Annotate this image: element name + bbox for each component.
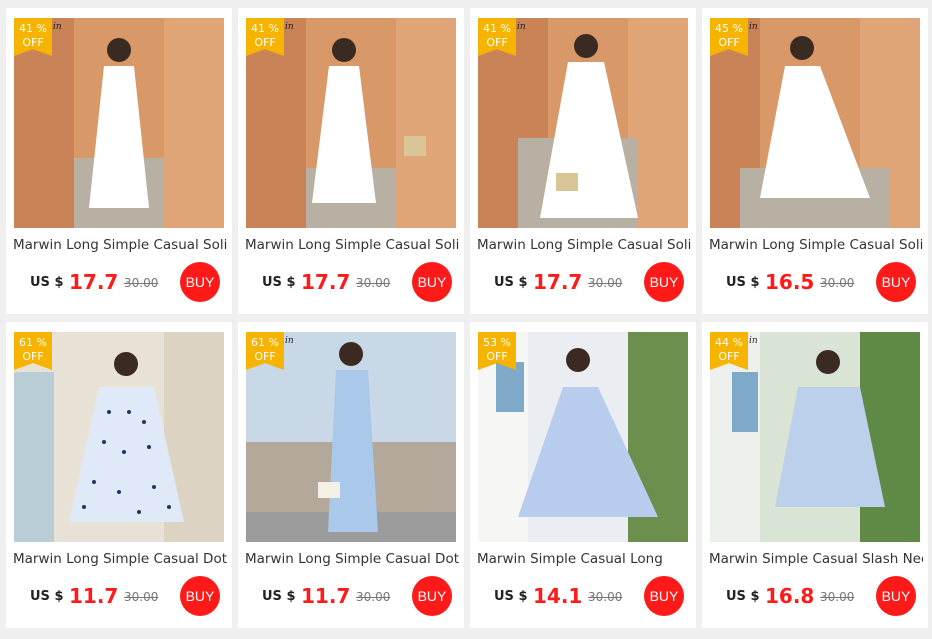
- product-image[interactable]: 41 % OFF in: [478, 18, 688, 228]
- currency-label: US $: [30, 589, 64, 604]
- original-price: 30.00: [124, 276, 159, 290]
- buy-button[interactable]: BUY: [644, 576, 684, 616]
- product-title[interactable]: Marwin Long Simple Casual Solid: [709, 237, 923, 253]
- sale-price: 17.7: [533, 270, 583, 294]
- discount-percent: 44 %: [715, 336, 743, 349]
- currency-label: US $: [494, 589, 528, 604]
- sale-price: 16.8: [765, 584, 815, 608]
- product-image[interactable]: 53 % OFF: [478, 332, 688, 542]
- brand-watermark: in: [517, 22, 526, 32]
- product-image[interactable]: 41 % OFF in: [14, 18, 224, 228]
- buy-button[interactable]: BUY: [180, 262, 220, 302]
- original-price: 30.00: [588, 276, 623, 290]
- original-price: 30.00: [356, 590, 391, 604]
- sale-price: 14.1: [533, 584, 583, 608]
- discount-percent: 41 %: [19, 22, 47, 35]
- product-image[interactable]: 45 % OFF in: [710, 18, 920, 228]
- product-card[interactable]: 45 % OFF in Marwin Long Simple Casual So…: [702, 8, 928, 314]
- currency-label: US $: [30, 275, 64, 290]
- product-title[interactable]: Marwin Long Simple Casual Dot: [245, 551, 459, 567]
- product-title[interactable]: Marwin Long Simple Casual Solid: [245, 237, 459, 253]
- product-card[interactable]: 41 % OFF in Marwin Long Simple Casual So…: [6, 8, 232, 314]
- discount-percent: 61 %: [251, 336, 279, 349]
- product-card[interactable]: 61 % OFF in Marwin Long Simple Casual Do…: [238, 322, 464, 628]
- price-row: US $ 11.7 30.00 BUY: [6, 574, 232, 618]
- price-row: US $ 17.7 30.00 BUY: [470, 260, 696, 304]
- price-row: US $ 16.8 30.00 BUY: [702, 574, 928, 618]
- brand-watermark: in: [285, 22, 294, 32]
- brand-watermark: in: [749, 22, 758, 32]
- product-card[interactable]: 44 % OFF in Marwin Simple Casual Slash N…: [702, 322, 928, 628]
- product-title[interactable]: Marwin Simple Casual Long: [477, 551, 691, 567]
- sale-price: 11.7: [69, 584, 119, 608]
- brand-watermark: in: [53, 22, 62, 32]
- discount-off-label: OFF: [254, 36, 276, 49]
- product-grid: 41 % OFF in Marwin Long Simple Casual So…: [0, 0, 932, 639]
- price-row: US $ 17.7 30.00 BUY: [6, 260, 232, 304]
- buy-button[interactable]: BUY: [412, 262, 452, 302]
- discount-percent: 41 %: [251, 22, 279, 35]
- product-card[interactable]: 41 % OFF in Marwin Long Simple Casual So…: [470, 8, 696, 314]
- product-title[interactable]: Marwin Long Simple Casual Solid: [13, 237, 227, 253]
- buy-button[interactable]: BUY: [644, 262, 684, 302]
- currency-label: US $: [262, 275, 296, 290]
- original-price: 30.00: [820, 590, 855, 604]
- original-price: 30.00: [588, 590, 623, 604]
- price-row: US $ 11.7 30.00 BUY: [238, 574, 464, 618]
- price-row: US $ 17.7 30.00 BUY: [238, 260, 464, 304]
- buy-button[interactable]: BUY: [876, 576, 916, 616]
- discount-percent: 45 %: [715, 22, 743, 35]
- product-card[interactable]: 61 % OFF Marwin Long Simple Casual Dot U…: [6, 322, 232, 628]
- discount-off-label: OFF: [22, 36, 44, 49]
- product-title[interactable]: Marwin Long Simple Casual Dot: [13, 551, 227, 567]
- sale-price: 17.7: [301, 270, 351, 294]
- currency-label: US $: [726, 275, 760, 290]
- brand-watermark: in: [285, 336, 294, 346]
- discount-off-label: OFF: [486, 350, 508, 363]
- price-row: US $ 16.5 30.00 BUY: [702, 260, 928, 304]
- product-image[interactable]: 44 % OFF in: [710, 332, 920, 542]
- discount-off-label: OFF: [254, 350, 276, 363]
- product-card[interactable]: 53 % OFF Marwin Simple Casual Long US $ …: [470, 322, 696, 628]
- discount-off-label: OFF: [22, 350, 44, 363]
- buy-button[interactable]: BUY: [180, 576, 220, 616]
- sale-price: 16.5: [765, 270, 815, 294]
- price-row: US $ 14.1 30.00 BUY: [470, 574, 696, 618]
- discount-off-label: OFF: [718, 350, 740, 363]
- product-title[interactable]: Marwin Long Simple Casual Solid: [477, 237, 691, 253]
- sale-price: 11.7: [301, 584, 351, 608]
- discount-off-label: OFF: [486, 36, 508, 49]
- buy-button[interactable]: BUY: [412, 576, 452, 616]
- currency-label: US $: [494, 275, 528, 290]
- discount-percent: 61 %: [19, 336, 47, 349]
- product-image[interactable]: 61 % OFF: [14, 332, 224, 542]
- buy-button[interactable]: BUY: [876, 262, 916, 302]
- brand-watermark: in: [749, 336, 758, 346]
- sale-price: 17.7: [69, 270, 119, 294]
- currency-label: US $: [726, 589, 760, 604]
- original-price: 30.00: [124, 590, 159, 604]
- discount-percent: 41 %: [483, 22, 511, 35]
- product-card[interactable]: 41 % OFF in Marwin Long Simple Casual So…: [238, 8, 464, 314]
- currency-label: US $: [262, 589, 296, 604]
- product-image[interactable]: 61 % OFF in: [246, 332, 456, 542]
- discount-off-label: OFF: [718, 36, 740, 49]
- original-price: 30.00: [820, 276, 855, 290]
- product-image[interactable]: 41 % OFF in: [246, 18, 456, 228]
- discount-percent: 53 %: [483, 336, 511, 349]
- product-title[interactable]: Marwin Simple Casual Slash Neck: [709, 551, 923, 567]
- original-price: 30.00: [356, 276, 391, 290]
